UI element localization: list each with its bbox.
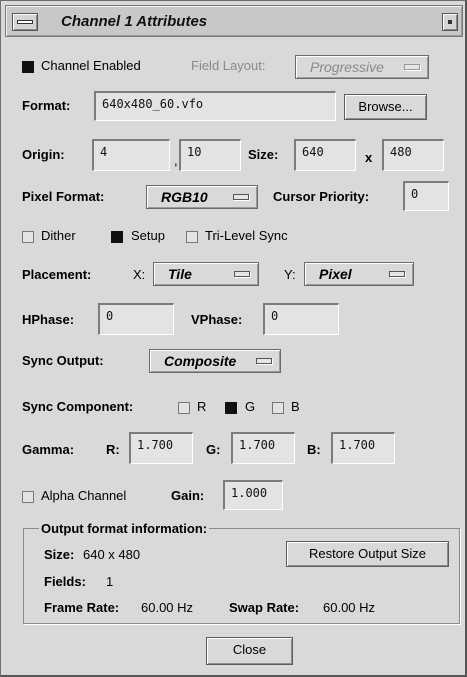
browse-button[interactable]: Browse... [344, 94, 427, 120]
pixel-format-label: Pixel Format: [22, 189, 105, 204]
alpha-channel-label: Alpha Channel [41, 488, 127, 503]
pixel-format-menu[interactable]: RGB10 [146, 185, 258, 209]
sync-output-label: Sync Output: [22, 353, 104, 368]
gamma-label: Gamma: [22, 442, 75, 457]
sync-component-g-checkbox[interactable] [225, 402, 237, 414]
output-format-group-title: Output format information: [39, 521, 210, 536]
origin-x-field[interactable]: 4 [92, 139, 170, 171]
setup-checkbox[interactable] [111, 231, 123, 243]
channel-enabled-checkbox[interactable] [22, 61, 34, 73]
format-label: Format: [22, 98, 71, 113]
output-fields-value: 1 [106, 574, 114, 589]
output-size-label: Size: [44, 547, 75, 562]
origin-y-value: 10 [187, 145, 202, 159]
sync-component-label: Sync Component: [22, 399, 134, 414]
origin-y-field[interactable]: 10 [179, 139, 241, 171]
sync-component-b-checkbox[interactable] [272, 402, 284, 414]
trilevel-sync-label: Tri-Level Sync [205, 228, 288, 243]
option-menu-icon [389, 271, 405, 277]
gain-field[interactable]: 1.000 [223, 480, 283, 510]
placement-y-value: Pixel [319, 266, 352, 282]
sync-component-r-checkbox[interactable] [178, 402, 190, 414]
gamma-b-label: B: [307, 442, 321, 457]
size-width-value: 640 [302, 145, 324, 159]
origin-label: Origin: [22, 147, 65, 162]
gamma-r-value: 1.700 [137, 438, 174, 452]
gamma-g-value: 1.700 [239, 438, 276, 452]
cursor-priority-value: 0 [411, 187, 419, 201]
gamma-r-field[interactable]: 1.700 [129, 432, 193, 464]
title-bar[interactable]: Channel 1 Attributes [5, 5, 463, 37]
gain-label: Gain: [171, 488, 205, 503]
placement-x-menu[interactable]: Tile [153, 262, 259, 286]
close-button[interactable]: Close [206, 637, 293, 665]
window-menu-button[interactable] [12, 13, 38, 31]
format-field[interactable]: 640x480_60.vfo [94, 91, 336, 121]
gamma-g-field[interactable]: 1.700 [231, 432, 295, 464]
frame-rate-value: 60.00 Hz [141, 600, 194, 615]
swap-rate-value: 60.00 Hz [323, 600, 376, 615]
sync-output-value: Composite [164, 353, 237, 369]
placement-label: Placement: [22, 267, 92, 282]
gamma-b-field[interactable]: 1.700 [331, 432, 395, 464]
alpha-channel-checkbox[interactable] [22, 491, 34, 503]
format-value: 640x480_60.vfo [102, 97, 204, 111]
placement-x-label: X: [133, 267, 146, 282]
size-x-label: x [365, 150, 373, 165]
minimize-icon [448, 20, 452, 24]
dither-checkbox[interactable] [22, 231, 34, 243]
origin-x-value: 4 [100, 145, 108, 159]
placement-y-menu[interactable]: Pixel [304, 262, 414, 286]
gamma-b-value: 1.700 [339, 438, 376, 452]
hphase-label: HPhase: [22, 312, 75, 327]
channel-enabled-label: Channel Enabled [41, 58, 141, 73]
vphase-field[interactable]: 0 [263, 303, 339, 335]
sync-component-b-label: B [291, 399, 300, 414]
sync-component-r-label: R [197, 399, 207, 414]
option-menu-icon [256, 358, 272, 364]
cursor-priority-label: Cursor Priority: [273, 189, 370, 204]
size-width-field[interactable]: 640 [294, 139, 356, 171]
restore-output-size-button[interactable]: Restore Output Size [286, 541, 449, 567]
cursor-priority-field[interactable]: 0 [403, 181, 449, 211]
minimize-button[interactable] [442, 13, 458, 31]
gamma-r-label: R: [106, 442, 120, 457]
size-height-value: 480 [390, 145, 412, 159]
pixel-format-value: RGB10 [161, 189, 208, 205]
placement-x-value: Tile [168, 266, 192, 282]
origin-separator: , [174, 153, 178, 168]
setup-label: Setup [131, 228, 165, 243]
vphase-label: VPhase: [191, 312, 243, 327]
dither-label: Dither [41, 228, 76, 243]
option-menu-icon [234, 271, 250, 277]
placement-y-label: Y: [284, 267, 296, 282]
option-menu-icon [404, 64, 420, 70]
gamma-g-label: G: [206, 442, 221, 457]
window-title: Channel 1 Attributes [61, 13, 208, 30]
vphase-value: 0 [271, 309, 279, 323]
hphase-field[interactable]: 0 [98, 303, 174, 335]
field-layout-value: Progressive [310, 59, 384, 75]
swap-rate-label: Swap Rate: [229, 600, 300, 615]
channel-attributes-window: Channel 1 Attributes Channel Enabled Fie… [0, 0, 467, 677]
window-menu-icon [17, 20, 33, 24]
trilevel-sync-checkbox[interactable] [186, 231, 198, 243]
frame-rate-label: Frame Rate: [44, 600, 120, 615]
output-fields-label: Fields: [44, 574, 86, 589]
hphase-value: 0 [106, 309, 114, 323]
field-layout-menu[interactable]: Progressive [295, 55, 429, 79]
option-menu-icon [233, 194, 249, 200]
size-label: Size: [248, 147, 279, 162]
size-height-field[interactable]: 480 [382, 139, 444, 171]
output-size-value: 640 x 480 [83, 547, 141, 562]
gain-value: 1.000 [231, 486, 268, 500]
field-layout-label: Field Layout: [191, 58, 266, 73]
sync-output-menu[interactable]: Composite [149, 349, 281, 373]
sync-component-g-label: G [245, 399, 256, 414]
